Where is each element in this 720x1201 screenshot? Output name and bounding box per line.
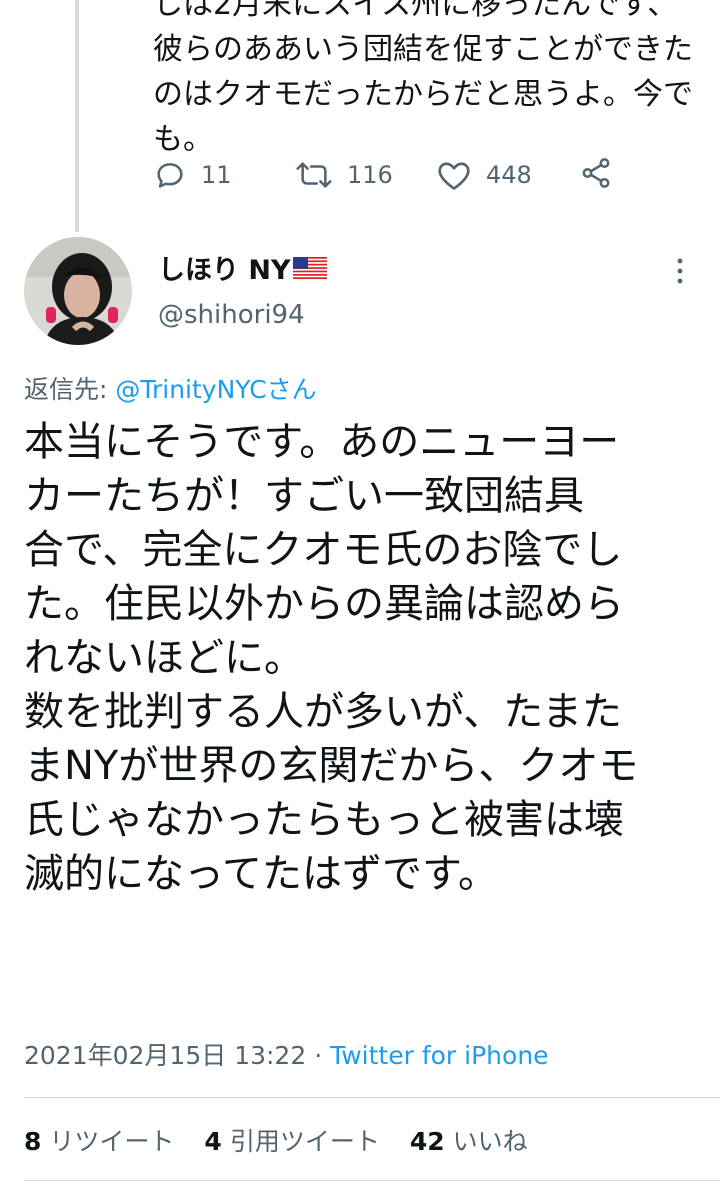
retweet-button[interactable]: 116 bbox=[295, 158, 393, 192]
avatar-image bbox=[24, 237, 132, 345]
retweets-stat[interactable]: 8 リツイート bbox=[24, 1122, 174, 1158]
engagement-stats: 8 リツイート 4 引用ツイート 42 いいね bbox=[24, 1122, 558, 1158]
reply-count: 11 bbox=[201, 161, 232, 189]
author-name-row[interactable]: しほり NY bbox=[158, 248, 327, 287]
likes-stat[interactable]: 42 いいね bbox=[410, 1122, 528, 1158]
share-button[interactable] bbox=[579, 156, 613, 190]
us-flag-icon bbox=[292, 256, 327, 279]
retweet-count: 116 bbox=[347, 161, 393, 189]
reply-context: 返信先: @TrinityNYCさん bbox=[24, 370, 317, 406]
reply-mention-link[interactable]: @TrinityNYCさん bbox=[115, 375, 316, 404]
like-count: 448 bbox=[486, 161, 532, 189]
quotes-count: 4 bbox=[204, 1127, 222, 1156]
author-handle[interactable]: @shihori94 bbox=[158, 300, 305, 330]
likes-label: いいね bbox=[452, 1127, 528, 1156]
vertical-dots-icon[interactable] bbox=[668, 256, 692, 286]
tweet-meta: 2021年02月15日 13:22 · Twitter for iPhone bbox=[24, 1036, 549, 1072]
source-link[interactable]: Twitter for iPhone bbox=[330, 1041, 548, 1070]
likes-count: 42 bbox=[409, 1127, 445, 1156]
retweet-arrows-icon bbox=[296, 162, 332, 188]
display-name[interactable]: しほり NY bbox=[158, 248, 291, 287]
quotes-label: 引用ツイート bbox=[229, 1127, 380, 1156]
speech-bubble-icon bbox=[157, 163, 183, 188]
retweets-count: 8 bbox=[24, 1127, 42, 1156]
previous-tweet-text: しは2月末にスイス州に移ったんです、 彼らのああいう団結を促すことができた のは… bbox=[153, 0, 693, 157]
avatar[interactable] bbox=[24, 237, 132, 345]
reply-prefix: 返信先: bbox=[24, 375, 116, 404]
like-button[interactable]: 448 bbox=[436, 158, 532, 192]
thread-connector-line bbox=[75, 0, 79, 232]
retweets-label: リツイート bbox=[49, 1127, 175, 1156]
heart-icon bbox=[438, 162, 470, 190]
reply-button[interactable]: 11 bbox=[153, 158, 232, 192]
quotes-stat[interactable]: 4 引用ツイート bbox=[204, 1122, 379, 1158]
share-nodes-icon bbox=[582, 158, 610, 188]
divider bbox=[24, 1097, 720, 1098]
meta-separator: · bbox=[306, 1041, 331, 1070]
divider-bottom bbox=[24, 1180, 720, 1181]
timestamp[interactable]: 2021年02月15日 13:22 bbox=[24, 1041, 306, 1070]
tweet-body: 本当にそうです。あのニューヨー カーたちが！すごい一致団結具 合で、完全にクオモ… bbox=[24, 419, 639, 897]
